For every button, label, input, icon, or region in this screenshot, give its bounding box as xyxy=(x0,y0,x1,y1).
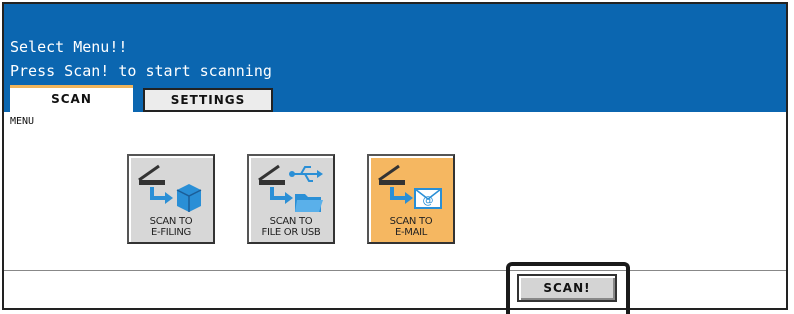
svg-text:@: @ xyxy=(423,194,434,207)
scan-to-file-usb-button[interactable]: SCAN TO FILE OR USB xyxy=(247,154,335,244)
scanner-to-email-icon: @ xyxy=(378,164,442,209)
tile-label-line2: E-FILING xyxy=(151,227,191,238)
status-message-2: Press Scan! to start scanning xyxy=(10,62,272,80)
menu-section-label: MENU xyxy=(10,116,35,127)
tile-label-line1: SCAN TO xyxy=(149,216,193,227)
tab-scan[interactable]: SCAN xyxy=(10,85,133,115)
scan-to-efiling-button[interactable]: SCAN TO E-FILING xyxy=(127,154,215,244)
tab-settings[interactable]: SETTINGS xyxy=(143,88,273,112)
scan-to-email-button[interactable]: @ SCAN TO E-MAIL xyxy=(367,154,455,244)
status-header: Select Menu!! Press Scan! to start scann… xyxy=(4,4,786,115)
tile-label-line2: FILE OR USB xyxy=(261,227,321,238)
scanner-to-folder-usb-icon xyxy=(258,164,323,212)
tile-label-line1: SCAN TO xyxy=(389,216,433,227)
scan-button[interactable]: SCAN! xyxy=(517,274,617,302)
status-message-1: Select Menu!! xyxy=(10,38,128,56)
tile-label-line2: E-MAIL xyxy=(394,227,428,238)
tile-label-line1: SCAN TO xyxy=(269,216,313,227)
scanner-to-cube-icon xyxy=(138,164,202,212)
divider xyxy=(4,270,786,271)
scan-panel: Select Menu!! Press Scan! to start scann… xyxy=(2,2,788,310)
